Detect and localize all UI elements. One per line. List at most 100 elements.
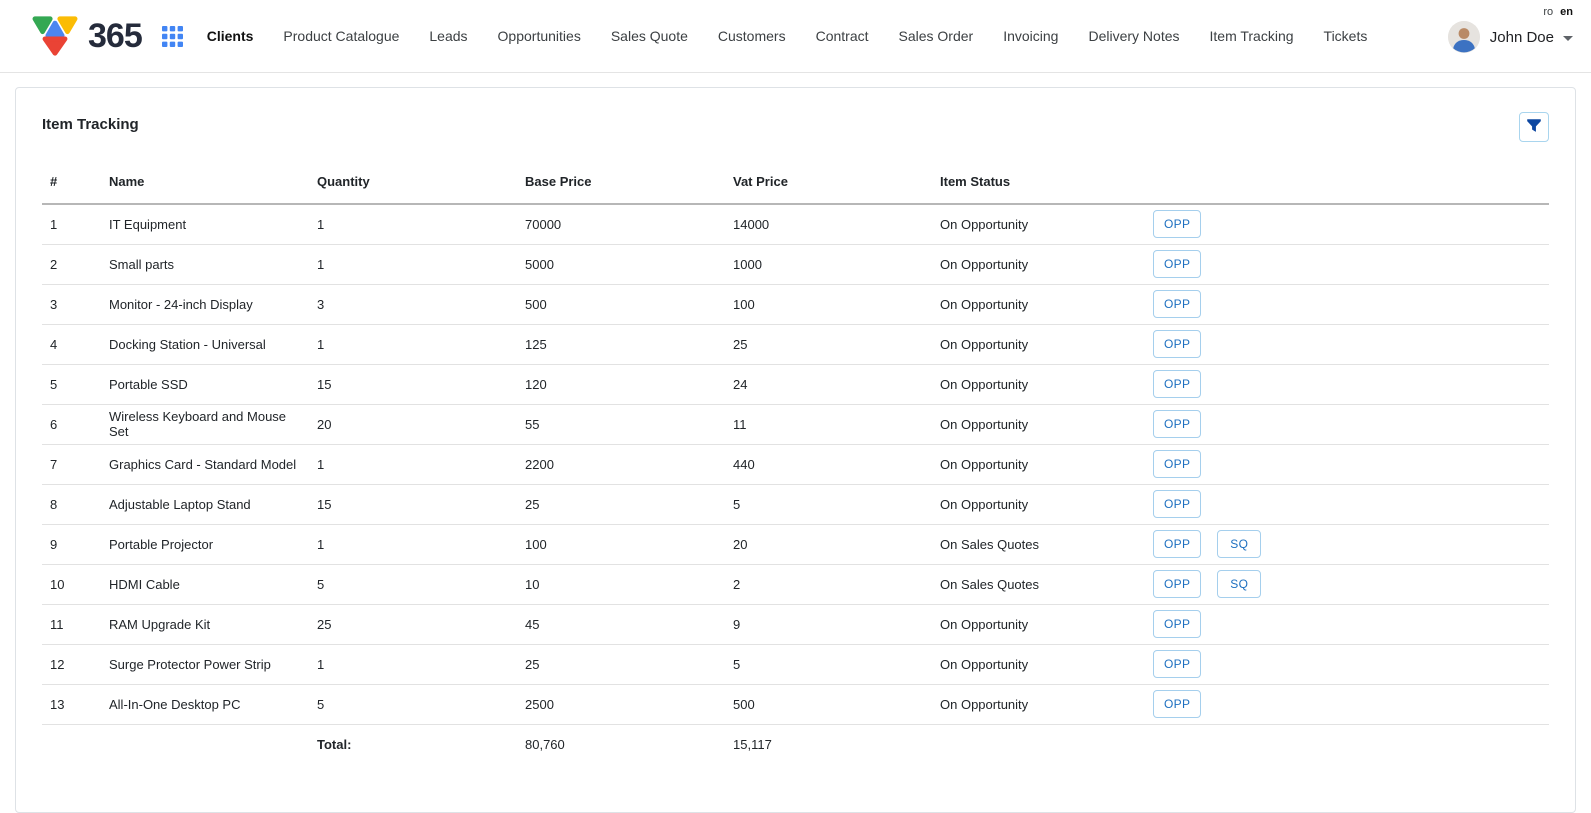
total-label: Total: <box>309 724 517 764</box>
table-row: 5Portable SSD1512024On OpportunityOPP <box>42 364 1549 404</box>
row-number: 9 <box>42 524 101 564</box>
opp-button[interactable]: OPP <box>1153 250 1201 278</box>
row-number: 4 <box>42 324 101 364</box>
base-price: 2500 <box>517 684 725 724</box>
opp-button[interactable]: OPP <box>1153 650 1201 678</box>
quantity: 15 <box>309 484 517 524</box>
opp-button[interactable]: OPP <box>1153 690 1201 718</box>
nav-item-leads[interactable]: Leads <box>429 28 467 44</box>
nav-item-clients[interactable]: Clients <box>207 28 254 44</box>
user-menu[interactable]: John Doe <box>1448 21 1573 53</box>
brand-text: 365 <box>88 17 142 56</box>
row-number: 8 <box>42 484 101 524</box>
base-price: 25 <box>517 484 725 524</box>
item-name: Adjustable Laptop Stand <box>101 484 309 524</box>
nav-item-sales-order[interactable]: Sales Order <box>899 28 974 44</box>
row-number: 11 <box>42 604 101 644</box>
opp-button[interactable]: OPP <box>1153 530 1201 558</box>
navbar-right: ro en John Doe <box>1448 6 1573 53</box>
opp-button[interactable]: OPP <box>1153 450 1201 478</box>
base-price: 120 <box>517 364 725 404</box>
vat-price: 5 <box>725 484 932 524</box>
user-name: John Doe <box>1490 29 1554 46</box>
vat-price: 9 <box>725 604 932 644</box>
opp-button[interactable]: OPP <box>1153 370 1201 398</box>
quantity: 20 <box>309 404 517 444</box>
language-ro[interactable]: ro <box>1543 6 1553 18</box>
nav-item-sales-quote[interactable]: Sales Quote <box>611 28 688 44</box>
row-number: 5 <box>42 364 101 404</box>
item-status: On Opportunity <box>932 444 1145 484</box>
column-header: Name <box>101 162 309 204</box>
table-body: 1IT Equipment17000014000On OpportunityOP… <box>42 204 1549 724</box>
item-name: Graphics Card - Standard Model <box>101 444 309 484</box>
top-navbar: 365 Clients Product Catalogue Leads Opportu… <box>0 0 1591 73</box>
quantity: 15 <box>309 364 517 404</box>
nav-item-opportunities[interactable]: Opportunities <box>498 28 581 44</box>
column-header: Vat Price <box>725 162 932 204</box>
column-header: Quantity <box>309 162 517 204</box>
table-row: 8Adjustable Laptop Stand15255On Opportun… <box>42 484 1549 524</box>
column-header: Base Price <box>517 162 725 204</box>
row-number: 1 <box>42 204 101 244</box>
total-spacer <box>101 724 309 764</box>
row-actions: OPP <box>1145 324 1549 364</box>
item-name: Docking Station - Universal <box>101 324 309 364</box>
row-number: 6 <box>42 404 101 444</box>
language-switcher: ro en <box>1543 6 1573 18</box>
row-number: 10 <box>42 564 101 604</box>
filter-button[interactable] <box>1519 112 1549 142</box>
row-number: 7 <box>42 444 101 484</box>
nav-item-item-tracking[interactable]: Item Tracking <box>1210 28 1294 44</box>
nav-item-product-catalogue[interactable]: Product Catalogue <box>283 28 399 44</box>
nav-item-invoicing[interactable]: Invoicing <box>1003 28 1058 44</box>
opp-button[interactable]: OPP <box>1153 410 1201 438</box>
item-status: On Opportunity <box>932 244 1145 284</box>
app-launcher-grid-icon[interactable] <box>162 26 183 47</box>
item-name: Wireless Keyboard and Mouse Set <box>101 404 309 444</box>
vat-price: 5 <box>725 644 932 684</box>
base-price: 5000 <box>517 244 725 284</box>
nav-item-customers[interactable]: Customers <box>718 28 786 44</box>
item-name: Portable SSD <box>101 364 309 404</box>
item-name: Monitor - 24-inch Display <box>101 284 309 324</box>
quantity: 5 <box>309 684 517 724</box>
opp-button[interactable]: OPP <box>1153 610 1201 638</box>
quantity: 1 <box>309 524 517 564</box>
table-row: 4Docking Station - Universal112525On Opp… <box>42 324 1549 364</box>
quantity: 1 <box>309 244 517 284</box>
total-spacer <box>932 724 1145 764</box>
item-status: On Opportunity <box>932 684 1145 724</box>
nav-item-contract[interactable]: Contract <box>816 28 869 44</box>
card-header: Item Tracking <box>42 112 1549 142</box>
row-actions: OPP <box>1145 364 1549 404</box>
vat-price: 100 <box>725 284 932 324</box>
nav-item-delivery-notes[interactable]: Delivery Notes <box>1088 28 1179 44</box>
row-actions: OPP <box>1145 244 1549 284</box>
opp-button[interactable]: OPP <box>1153 490 1201 518</box>
sq-button[interactable]: SQ <box>1217 530 1261 558</box>
column-header <box>1145 162 1549 204</box>
opp-button[interactable]: OPP <box>1153 570 1201 598</box>
sq-button[interactable]: SQ <box>1217 570 1261 598</box>
user-avatar[interactable] <box>1448 21 1480 53</box>
item-status: On Opportunity <box>932 404 1145 444</box>
opp-button[interactable]: OPP <box>1153 290 1201 318</box>
language-en[interactable]: en <box>1560 6 1573 18</box>
vat-price: 11 <box>725 404 932 444</box>
row-number: 13 <box>42 684 101 724</box>
quantity: 1 <box>309 324 517 364</box>
opp-button[interactable]: OPP <box>1153 330 1201 358</box>
total-base-price: 80,760 <box>517 724 725 764</box>
item-status: On Sales Quotes <box>932 524 1145 564</box>
table-row: 3Monitor - 24-inch Display3500100On Oppo… <box>42 284 1549 324</box>
table-row: 12Surge Protector Power Strip1255On Oppo… <box>42 644 1549 684</box>
page-title: Item Tracking <box>42 112 139 133</box>
vat-price: 440 <box>725 444 932 484</box>
total-spacer <box>1145 724 1549 764</box>
brand-logo: 365 <box>30 14 142 58</box>
nav-item-tickets[interactable]: Tickets <box>1324 28 1368 44</box>
opp-button[interactable]: OPP <box>1153 210 1201 238</box>
item-status: On Opportunity <box>932 204 1145 244</box>
base-price: 100 <box>517 524 725 564</box>
